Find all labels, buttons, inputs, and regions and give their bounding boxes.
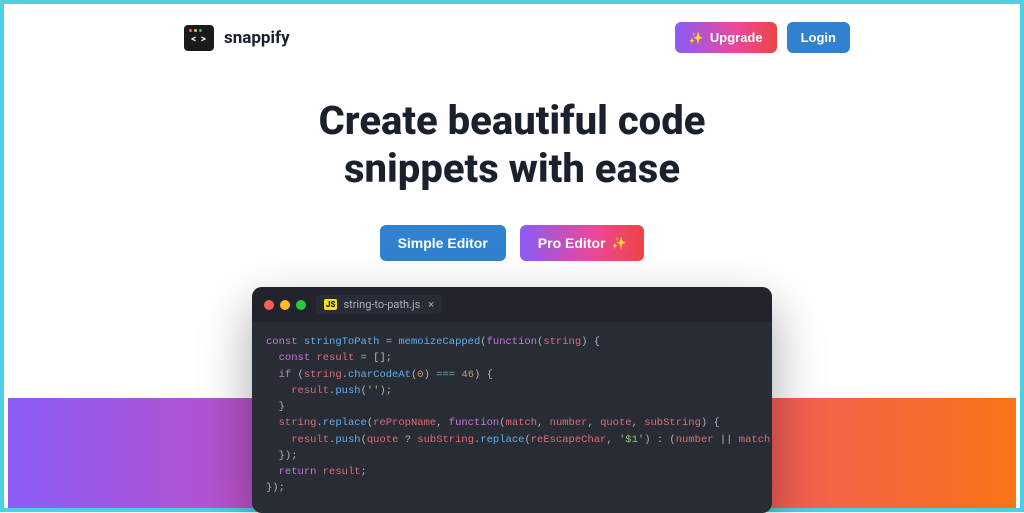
file-tab-name: string-to-path.js [343,298,420,311]
brand-name: snappify [224,28,290,48]
code-token: return [279,466,317,478]
close-dot-icon[interactable] [264,300,274,310]
code-token: }); [266,482,285,494]
minimize-dot-icon[interactable] [280,300,290,310]
code-token: ( [291,369,304,381]
code-token: result [323,466,361,478]
login-label: Login [801,30,836,45]
hero-title-line2: snippets with ease [344,145,680,192]
close-tab-icon[interactable]: × [428,298,434,311]
code-token: const [279,352,311,364]
code-token: )); [770,434,772,446]
header: < > snappify ✨ Upgrade Login [4,4,1020,71]
code-token: if [279,369,292,381]
header-actions: ✨ Upgrade Login [675,22,850,53]
code-token: reEscapeChar [531,434,607,446]
code-token: '' [367,385,380,397]
code-token: } [266,401,285,413]
code-token: '$1' [619,434,644,446]
code-body: const stringToPath = memoizeCapped ( funct… [252,322,772,513]
code-token: quote [600,417,632,429]
code-token: ; [361,466,367,478]
code-token: push [335,385,360,397]
code-token: , [606,434,619,446]
sparkle-icon: ✨ [611,236,626,250]
code-token: replace [323,417,367,429]
code-token: rePropName [373,417,436,429]
code-token [266,417,279,429]
code-token: = []; [354,352,392,364]
upgrade-button[interactable]: ✨ Upgrade [675,22,777,53]
code-token: memoizeCapped [398,336,480,348]
code-token: ) [424,369,437,381]
code-token: function [449,417,499,429]
hero: Create beautiful code snippets with ease… [4,97,1020,261]
code-token: : [651,434,670,446]
code-token: number [676,434,714,446]
upgrade-label: Upgrade [710,30,763,45]
code-token [266,369,279,381]
code-titlebar: JS string-to-path.js × [252,287,772,322]
code-window: JS string-to-path.js × const stringToPat… [252,287,772,513]
code-token: result [316,352,354,364]
code-token: ); [379,385,392,397]
code-token: string [304,369,342,381]
code-token: result [291,434,329,446]
code-token: = [379,336,398,348]
code-token: , [632,417,645,429]
logo[interactable]: < > snappify [184,25,290,51]
code-token: 46 [461,369,474,381]
pro-editor-label: Pro Editor [538,235,606,251]
file-tab[interactable]: JS string-to-path.js × [316,295,442,314]
code-brackets-icon: < > [191,34,207,45]
code-token: quote [367,434,399,446]
code-token: ) { [581,336,600,348]
simple-editor-button[interactable]: Simple Editor [380,225,506,261]
code-token: ) { [474,369,493,381]
code-token: === [436,369,455,381]
hero-title: Create beautiful code snippets with ease [4,97,1020,193]
code-token: , [436,417,449,429]
login-button[interactable]: Login [787,22,850,53]
hero-title-line1: Create beautiful code [319,97,706,144]
code-token: ? [398,434,417,446]
code-token: number [550,417,588,429]
traffic-lights [264,300,306,310]
code-token: match [739,434,771,446]
code-token: || [714,434,739,446]
maximize-dot-icon[interactable] [296,300,306,310]
code-token: ) { [701,417,720,429]
code-token: string [543,336,581,348]
logo-icon: < > [184,25,214,51]
code-token [266,434,291,446]
code-token: , [537,417,550,429]
code-token: push [335,434,360,446]
code-token [266,352,279,364]
sparkle-icon: ✨ [689,31,704,45]
code-token: subString [417,434,474,446]
code-token: result [291,385,329,397]
code-token: charCodeAt [348,369,411,381]
code-token: }); [266,450,298,462]
code-token: subString [644,417,701,429]
js-lang-icon: JS [324,299,337,310]
code-token: replace [480,434,524,446]
code-token: function [487,336,537,348]
code-token: match [506,417,538,429]
code-token [266,385,291,397]
code-token: const [266,336,298,348]
code-token: stringToPath [304,336,380,348]
simple-editor-label: Simple Editor [398,235,488,251]
code-token: , [587,417,600,429]
pro-editor-button[interactable]: Pro Editor ✨ [520,225,645,261]
code-token [266,466,279,478]
code-token: string [279,417,317,429]
cta-row: Simple Editor Pro Editor ✨ [4,225,1020,261]
